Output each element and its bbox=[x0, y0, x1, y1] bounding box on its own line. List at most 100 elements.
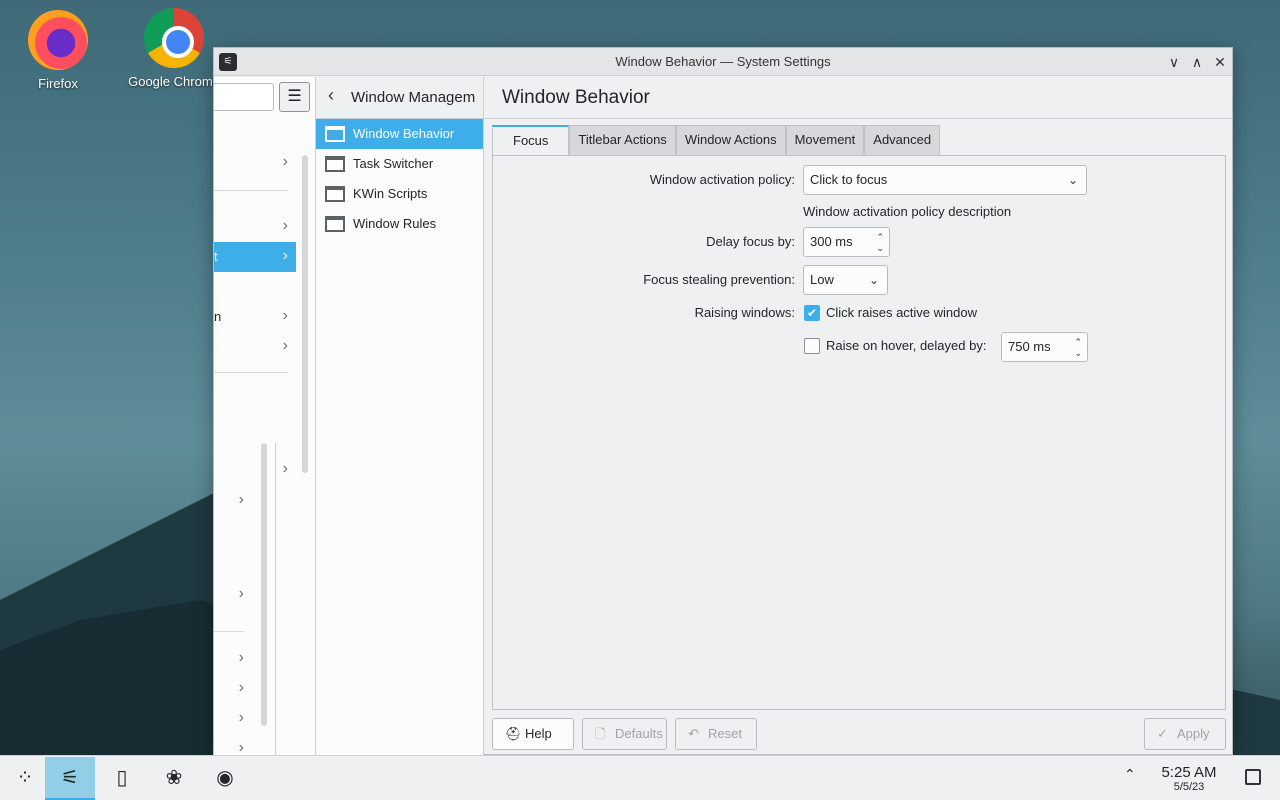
tab-movement[interactable]: Movement bbox=[785, 125, 865, 155]
raise-on-hover-checkbox[interactable] bbox=[804, 338, 820, 354]
back-arrow-icon[interactable]: ‹ bbox=[328, 85, 334, 106]
click-raises-checkbox[interactable]: ✔ bbox=[804, 305, 820, 321]
focus-tab-panel: Window activation policy: Click to focus… bbox=[492, 155, 1226, 710]
minimize-button[interactable]: ∨ bbox=[1164, 52, 1184, 72]
raise-on-hover-spinbox[interactable]: 750 ms ⌃ ⌄ bbox=[1001, 332, 1088, 362]
tab-focus[interactable]: Focus bbox=[492, 125, 570, 155]
help-button[interactable]: ⛑ Help bbox=[492, 718, 574, 750]
taskbar-file-manager[interactable]: ▯ bbox=[97, 757, 147, 800]
desktop-icon-label: Firefox bbox=[38, 76, 78, 91]
sidebar-scrollbar[interactable] bbox=[302, 155, 308, 473]
application-launcher-icon[interactable]: ⁘ bbox=[0, 757, 50, 800]
chevron-right-icon: › bbox=[282, 153, 288, 170]
raising-windows-label: Raising windows: bbox=[694, 305, 795, 320]
subnav-item-window-rules[interactable]: Window Rules bbox=[316, 209, 483, 239]
chevron-right-icon: › bbox=[238, 649, 244, 666]
desktop-icon-firefox[interactable]: Firefox bbox=[8, 10, 108, 91]
tab-titlebar-actions[interactable]: Titlebar Actions bbox=[569, 125, 676, 155]
chevron-down-icon: ⌄ bbox=[868, 273, 879, 287]
activation-policy-select[interactable]: Click to focus ⌄ bbox=[803, 165, 1087, 195]
sidebar-divider bbox=[214, 190, 288, 191]
apply-button[interactable]: ✓ Apply bbox=[1144, 718, 1226, 750]
sidebar-category-row[interactable]: › bbox=[214, 212, 296, 242]
sidebar-category-row[interactable]: n › bbox=[214, 302, 296, 332]
chrome-icon: ◉ bbox=[216, 767, 234, 789]
sidebar-category-row[interactable]: › bbox=[214, 332, 296, 362]
help-icon: ⛑ bbox=[505, 726, 522, 741]
maximize-button[interactable]: ∧ bbox=[1187, 52, 1207, 72]
desktop-icon-label: Google Chrome bbox=[128, 74, 220, 89]
chevron-right-icon: › bbox=[282, 247, 288, 264]
close-button[interactable]: ✕ bbox=[1210, 52, 1230, 72]
window-titlebar[interactable]: ⚟ Window Behavior — System Settings ∨ ∧ … bbox=[214, 48, 1232, 76]
page-header: Window Behavior bbox=[484, 77, 1233, 119]
focus-stealing-value: Low bbox=[810, 272, 834, 287]
subnav-item-window-behavior[interactable]: Window Behavior bbox=[316, 119, 483, 149]
chevron-right-icon: › bbox=[238, 585, 244, 602]
taskbar: ⁘ ⚟ ▯ ❀ ◉ ⌃ 5:25 AM 5/5/23 bbox=[0, 755, 1280, 800]
tab-window-actions[interactable]: Window Actions bbox=[675, 125, 786, 155]
sidebar-category-row[interactable]: › bbox=[214, 704, 252, 734]
help-button-label: Help bbox=[525, 726, 552, 741]
show-desktop-icon[interactable] bbox=[1245, 769, 1261, 785]
window-title: Window Behavior — System Settings bbox=[615, 54, 831, 69]
spin-up-icon[interactable]: ⌃ bbox=[876, 232, 884, 242]
sidebar-category-row[interactable]: › bbox=[214, 674, 252, 704]
firefox-icon bbox=[28, 10, 88, 70]
desktop-icon-chrome[interactable]: Google Chrome bbox=[124, 8, 224, 89]
system-settings-window: ⚟ Window Behavior — System Settings ∨ ∧ … bbox=[213, 47, 1233, 756]
chrome-icon bbox=[144, 8, 204, 68]
settings-content: Window Behavior Focus Titlebar Actions W… bbox=[484, 77, 1233, 755]
tab-advanced[interactable]: Advanced bbox=[864, 125, 941, 155]
system-tray-expand-icon[interactable]: ⌃ bbox=[1124, 766, 1136, 783]
chevron-down-icon: ⌄ bbox=[1067, 173, 1078, 187]
delay-focus-value: 300 ms bbox=[810, 234, 853, 249]
clock-time: 5:25 AM bbox=[1161, 764, 1217, 781]
activation-policy-value: Click to focus bbox=[810, 172, 888, 187]
checkmark-icon: ✓ bbox=[1157, 726, 1168, 741]
clock-date: 5/5/23 bbox=[1173, 781, 1205, 793]
focus-stealing-select[interactable]: Low ⌄ bbox=[803, 265, 888, 295]
sidebar-category-row[interactable]: › bbox=[214, 486, 252, 516]
sidebar-category-label: t bbox=[214, 249, 218, 264]
chevron-right-icon: › bbox=[238, 491, 244, 508]
apply-button-label: Apply bbox=[1177, 726, 1210, 741]
task-switcher-icon bbox=[325, 156, 345, 172]
subnav-item-kwin-scripts[interactable]: KWin Scripts bbox=[316, 179, 483, 209]
subcategory-pane: ‹ Window Managem Window Behavior Task Sw… bbox=[316, 77, 484, 755]
subnav-item-task-switcher[interactable]: Task Switcher bbox=[316, 149, 483, 179]
hamburger-menu-button[interactable]: ☰ bbox=[279, 82, 310, 112]
tab-bar: Focus Titlebar Actions Window Actions Mo… bbox=[492, 125, 941, 155]
raise-on-hover-label: Raise on hover, delayed by: bbox=[826, 338, 987, 353]
settings-app-icon: ⚟ bbox=[61, 767, 79, 789]
sidebar-category-row[interactable]: › bbox=[214, 148, 296, 178]
sidebar-category-row[interactable]: › bbox=[214, 644, 252, 674]
discover-icon: ❀ bbox=[165, 767, 183, 789]
chevron-right-icon: › bbox=[282, 460, 288, 477]
reset-button[interactable]: ↶ Reset bbox=[675, 718, 757, 750]
taskbar-chrome[interactable]: ◉ bbox=[200, 757, 250, 800]
sidebar-category-row[interactable]: › bbox=[214, 580, 252, 610]
hamburger-icon: ☰ bbox=[287, 88, 302, 105]
taskbar-discover[interactable]: ❀ bbox=[149, 757, 199, 800]
chevron-right-icon: › bbox=[282, 217, 288, 234]
sidebar-divider bbox=[214, 372, 288, 373]
undo-icon: ↶ bbox=[688, 726, 699, 741]
spin-down-icon[interactable]: ⌄ bbox=[1074, 348, 1082, 358]
spin-down-icon[interactable]: ⌄ bbox=[876, 243, 884, 253]
defaults-button[interactable]: 🗋 Defaults bbox=[582, 718, 667, 750]
window-rules-icon bbox=[325, 216, 345, 232]
subnav-item-label: Window Rules bbox=[353, 216, 437, 231]
activation-policy-label: Window activation policy: bbox=[649, 172, 795, 187]
delay-focus-spinbox[interactable]: 300 ms ⌃ ⌄ bbox=[803, 227, 890, 257]
window-icon bbox=[325, 126, 345, 142]
search-input[interactable] bbox=[214, 83, 274, 111]
chevron-right-icon: › bbox=[238, 709, 244, 726]
taskbar-system-settings[interactable]: ⚟ bbox=[45, 757, 95, 800]
spin-up-icon[interactable]: ⌃ bbox=[1074, 337, 1082, 347]
sidebar-category-label: n bbox=[214, 309, 222, 324]
sidebar-category-row-active[interactable]: t › bbox=[214, 242, 296, 272]
script-icon bbox=[325, 186, 345, 202]
digital-clock[interactable]: 5:25 AM 5/5/23 bbox=[1150, 764, 1228, 793]
sidebar-lower-scrollbar[interactable] bbox=[261, 443, 267, 726]
